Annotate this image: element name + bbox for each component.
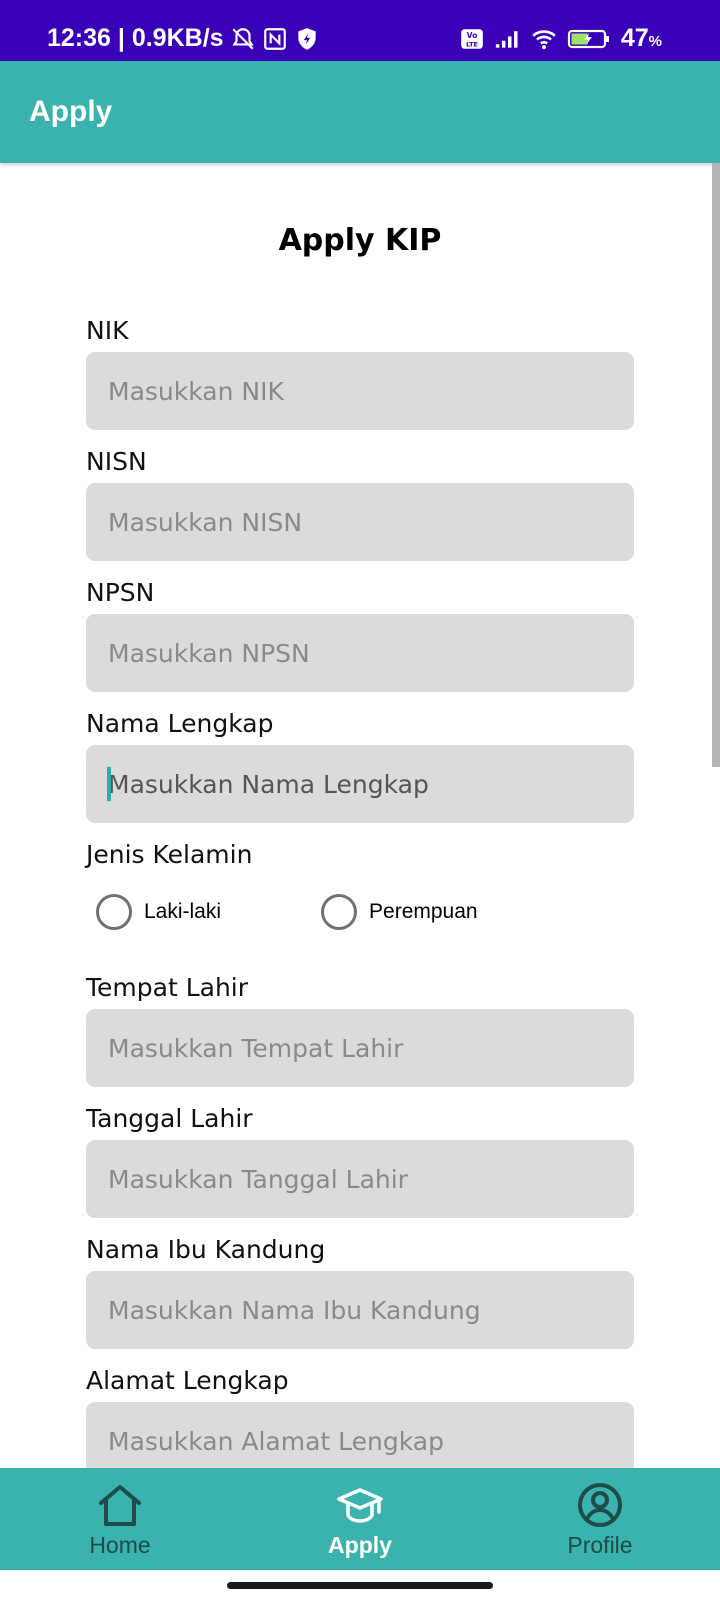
npsn-label: NPSN	[86, 578, 155, 607]
svg-text:LTE: LTE	[466, 40, 478, 48]
graduation-cap-icon	[335, 1480, 385, 1530]
gesture-area	[0, 1570, 720, 1600]
radio-perempuan[interactable]: Perempuan	[321, 894, 478, 930]
jenis-kelamin-label: Jenis Kelamin	[86, 840, 253, 869]
status-time-speed: 12:36 | 0.9KB/s	[47, 24, 224, 52]
npsn-field[interactable]	[86, 614, 634, 692]
status-bar: 12:36 | 0.9KB/s Vo LTE 47%	[0, 0, 720, 61]
text-cursor	[107, 767, 111, 801]
status-right: Vo LTE 47%	[459, 24, 662, 53]
nisn-field[interactable]	[86, 483, 634, 561]
tempat-lahir-field[interactable]	[86, 1009, 634, 1087]
nav-apply[interactable]: Apply	[240, 1468, 480, 1570]
radio-label-laki-laki: Laki-laki	[144, 900, 222, 923]
wifi-icon	[531, 26, 557, 52]
gesture-handle[interactable]	[227, 1582, 493, 1589]
tanggal-lahir-label: Tanggal Lahir	[86, 1104, 253, 1133]
nisn-label: NISN	[86, 447, 147, 476]
nama-ibu-label: Nama Ibu Kandung	[86, 1235, 326, 1264]
nisn-input[interactable]	[86, 483, 634, 561]
npsn-input[interactable]	[86, 614, 634, 692]
nama-ibu-field[interactable]	[86, 1271, 634, 1349]
nama-ibu-input[interactable]	[86, 1271, 634, 1349]
nav-home-label: Home	[89, 1532, 151, 1558]
app-bar: Apply	[0, 61, 720, 163]
nfc-icon	[262, 26, 288, 52]
app-bar-title: Apply	[29, 95, 113, 128]
radio-button-icon[interactable]	[321, 894, 358, 930]
alamat-lengkap-field[interactable]	[86, 1402, 634, 1468]
battery-percent: 47%	[620, 24, 662, 52]
scrollbar[interactable]	[712, 163, 720, 767]
nik-field[interactable]	[86, 352, 634, 430]
battery-charging-icon	[567, 26, 611, 52]
home-icon	[95, 1480, 145, 1530]
radio-label-perempuan: Perempuan	[369, 900, 478, 923]
tempat-lahir-input[interactable]	[86, 1009, 634, 1087]
nav-home[interactable]: Home	[0, 1468, 240, 1570]
mute-bell-icon	[230, 26, 256, 52]
alamat-lengkap-input[interactable]	[86, 1402, 634, 1468]
radio-button-icon[interactable]	[96, 894, 132, 930]
tempat-lahir-label: Tempat Lahir	[86, 973, 249, 1002]
nama-lengkap-label: Nama Lengkap	[86, 709, 274, 738]
svg-text:Vo: Vo	[467, 30, 478, 39]
tanggal-lahir-field[interactable]	[86, 1140, 634, 1218]
profile-icon	[575, 1480, 625, 1530]
nav-profile-label: Profile	[567, 1532, 633, 1558]
form-title: Apply KIP	[278, 223, 442, 258]
radio-laki-laki[interactable]: Laki-laki	[96, 894, 221, 930]
nama-lengkap-input[interactable]	[86, 745, 634, 823]
alamat-lengkap-label: Alamat Lengkap	[86, 1366, 289, 1395]
tanggal-lahir-input[interactable]	[86, 1140, 634, 1218]
shield-icon	[294, 26, 320, 52]
nav-apply-label: Apply	[328, 1532, 392, 1558]
nama-lengkap-field[interactable]	[86, 745, 634, 823]
form-scroll-area[interactable]: Apply KIP NIK NISN NPSN Nama Lengkap Jen…	[0, 163, 720, 1468]
bottom-nav: Home Apply Profile	[0, 1468, 720, 1570]
status-left: 12:36 | 0.9KB/s	[47, 24, 320, 53]
volte-icon: Vo LTE	[459, 26, 485, 52]
signal-icon	[495, 26, 521, 52]
nik-label: NIK	[86, 316, 129, 345]
nik-input[interactable]	[86, 352, 634, 430]
gender-radio-group: Laki-laki Perempuan	[96, 894, 578, 930]
nav-profile[interactable]: Profile	[480, 1468, 720, 1570]
